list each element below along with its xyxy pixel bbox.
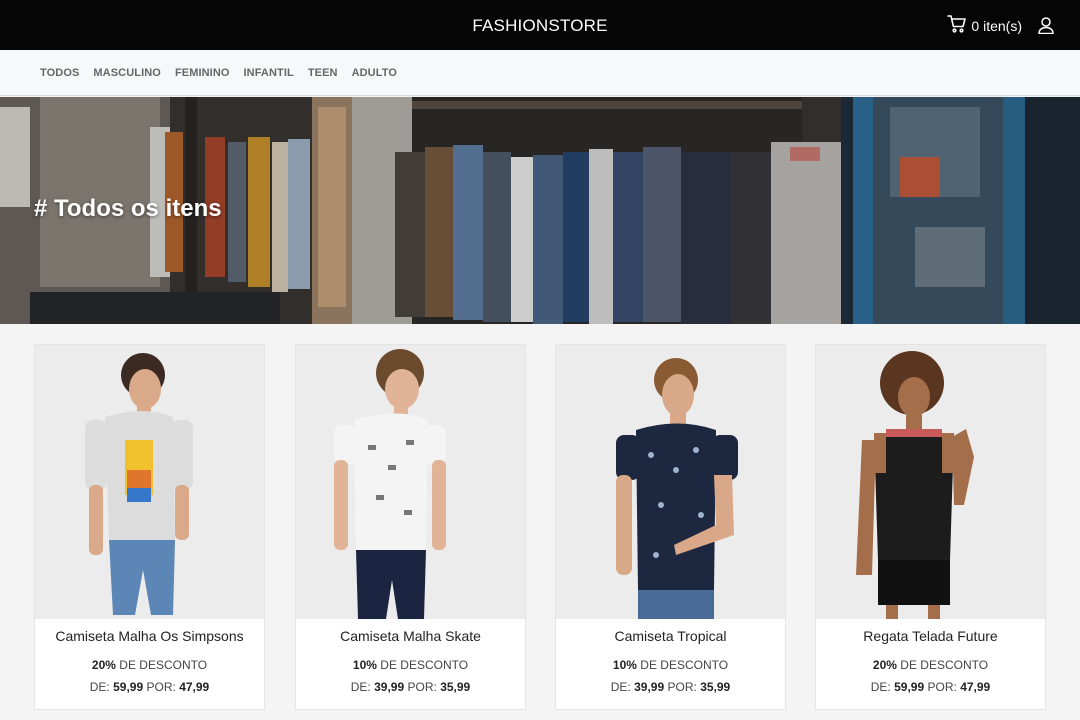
- product-image[interactable]: [816, 345, 1045, 619]
- shopping-cart-icon: [947, 15, 967, 36]
- discount-label: DE DESCONTO: [380, 658, 469, 672]
- product-image[interactable]: [296, 345, 525, 619]
- price-from-label: DE:: [350, 680, 371, 694]
- product-discount: 20% DE DESCONTO: [35, 658, 264, 672]
- product-name[interactable]: Camiseta Malha Os Simpsons: [35, 628, 264, 644]
- price-from-label: DE:: [870, 680, 891, 694]
- category-feminino[interactable]: FEMININO: [175, 67, 230, 79]
- category-todos[interactable]: TODOS: [40, 67, 79, 79]
- old-price: 59,99: [113, 680, 144, 694]
- discount-percent: 20%: [872, 658, 897, 672]
- product-card[interactable]: Camiseta Malha Skate 10% DE DESCONTO DE:…: [295, 344, 526, 710]
- discount-percent: 20%: [91, 658, 116, 672]
- product-discount: 10% DE DESCONTO: [556, 658, 785, 672]
- old-price: 39,99: [634, 680, 665, 694]
- category-adulto[interactable]: ADULTO: [352, 67, 397, 79]
- cart-count-label: 0 iten(s): [971, 17, 1022, 34]
- product-card[interactable]: Camiseta Tropical 10% DE DESCONTO DE: 39…: [555, 344, 786, 710]
- product-price: DE: 59,99 POR: 47,99: [35, 680, 264, 694]
- price-to-label: POR:: [667, 680, 697, 694]
- product-discount: 10% DE DESCONTO: [296, 658, 525, 672]
- product-card[interactable]: Camiseta Malha Os Simpsons 20% DE DESCON…: [34, 344, 265, 710]
- product-price: DE: 39,99 POR: 35,99: [296, 680, 525, 694]
- user-icon: [1038, 17, 1054, 38]
- user-account-button[interactable]: [1038, 17, 1054, 39]
- product-discount: 20% DE DESCONTO: [816, 658, 1045, 672]
- top-header: FASHIONSTORE 0 iten(s): [0, 0, 1080, 50]
- new-price: 35,99: [440, 680, 471, 694]
- category-teen[interactable]: TEEN: [308, 67, 338, 79]
- new-price: 47,99: [179, 680, 210, 694]
- new-price: 47,99: [960, 680, 991, 694]
- new-price: 35,99: [700, 680, 731, 694]
- price-to-label: POR:: [146, 680, 176, 694]
- price-from-label: DE:: [610, 680, 631, 694]
- brand-logo[interactable]: FASHIONSTORE: [0, 16, 1080, 36]
- price-to-label: POR:: [927, 680, 957, 694]
- product-price: DE: 39,99 POR: 35,99: [556, 680, 785, 694]
- category-nav: TODOS MASCULINO FEMININO INFANTIL TEEN A…: [0, 50, 1080, 96]
- hero-banner: # Todos os itens: [0, 97, 1080, 324]
- discount-percent: 10%: [352, 658, 377, 672]
- discount-label: DE DESCONTO: [640, 658, 729, 672]
- price-to-label: POR:: [407, 680, 437, 694]
- discount-percent: 10%: [612, 658, 637, 672]
- old-price: 39,99: [374, 680, 405, 694]
- product-image[interactable]: [556, 345, 785, 619]
- product-price: DE: 59,99 POR: 47,99: [816, 680, 1045, 694]
- page-title: # Todos os itens: [34, 195, 222, 222]
- product-name[interactable]: Camiseta Malha Skate: [296, 628, 525, 644]
- product-image[interactable]: [35, 345, 264, 619]
- category-masculino[interactable]: MASCULINO: [93, 67, 161, 79]
- discount-label: DE DESCONTO: [900, 658, 989, 672]
- discount-label: DE DESCONTO: [119, 658, 208, 672]
- product-name[interactable]: Regata Telada Future: [816, 628, 1045, 644]
- product-card[interactable]: Regata Telada Future 20% DE DESCONTO DE:…: [815, 344, 1046, 710]
- category-infantil[interactable]: INFANTIL: [244, 67, 294, 79]
- product-name[interactable]: Camiseta Tropical: [556, 628, 785, 644]
- price-from-label: DE:: [89, 680, 110, 694]
- old-price: 59,99: [894, 680, 925, 694]
- cart-button[interactable]: 0 iten(s): [947, 15, 1022, 36]
